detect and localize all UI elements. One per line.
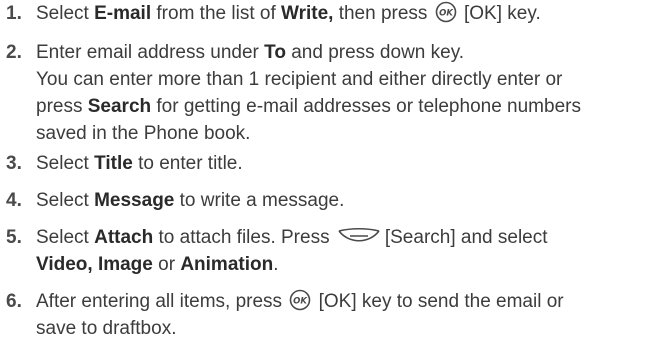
emphasis: Title (94, 153, 133, 174)
emphasis: Write, (281, 3, 334, 24)
emphasis: Video, Image (36, 254, 153, 275)
instruction-steps: 1. Select E-mail from the list of Write,… (0, 0, 649, 339)
step-text-line: Enter email address under To and press d… (36, 42, 465, 63)
step-number: 2. (6, 42, 22, 63)
step-text: Select E-mail from the list of Write, th… (36, 1, 541, 24)
ok-key-label: OK (439, 9, 454, 19)
step-text-line: saved in the Phone book. (36, 123, 251, 144)
left-softkey-icon (338, 227, 380, 242)
step-number: 4. (6, 190, 22, 211)
step-number: 1. (6, 3, 22, 24)
step-text-line: You can enter more than 1 recipient and … (36, 69, 563, 90)
step-text-line: Select Attach to attach files. Press [Se… (36, 227, 548, 248)
emphasis: Attach (94, 227, 154, 248)
ok-key-icon: OK (435, 1, 457, 23)
ok-key-icon: OK (290, 289, 311, 311)
step-number: 6. (6, 291, 22, 312)
step-text-line: press Search for getting e-mail addresse… (36, 96, 581, 117)
step-text-line: After entering all items, press OK [OK] … (36, 289, 564, 312)
step-text: Select Message to write a message. (36, 190, 345, 211)
step-text: Select Title to enter title. (36, 153, 243, 174)
emphasis: Search (87, 96, 152, 117)
emphasis: Animation (180, 254, 274, 275)
emphasis: Message (94, 190, 175, 211)
step-number: 5. (6, 227, 22, 248)
step-number: 3. (6, 153, 22, 174)
ok-key-label: OK (293, 297, 308, 307)
step-text-line: save to draftbox. (36, 318, 177, 339)
emphasis: E-mail (94, 3, 152, 24)
step-text-line: Video, Image or Animation. (36, 254, 279, 275)
emphasis: To (264, 42, 286, 63)
